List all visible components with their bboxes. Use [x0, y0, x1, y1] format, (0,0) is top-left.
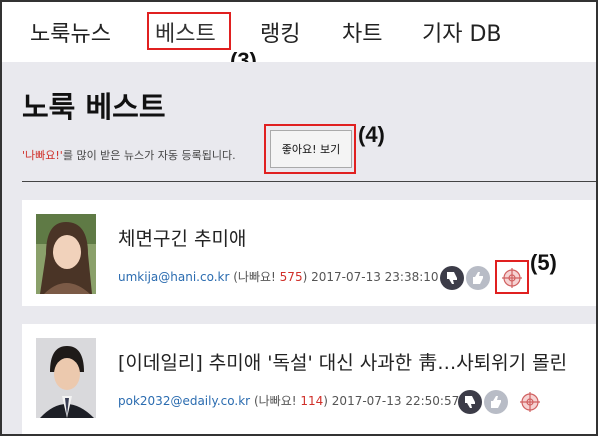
- reporter-email[interactable]: pok2032@edaily.co.kr: [118, 394, 250, 408]
- annotation-5: (5): [530, 250, 557, 275]
- article-card[interactable]: [이데일리] 추미애 '독설' 대신 사과한 靑…사퇴위기 몰린 pok2032…: [22, 324, 596, 434]
- bad-count: 114: [300, 394, 324, 408]
- highlight-box-target: [495, 260, 529, 294]
- divider: [22, 181, 596, 182]
- reporter-email[interactable]: umkija@hani.co.kr: [118, 270, 229, 284]
- article-headline[interactable]: [이데일리] 추미애 '독설' 대신 사과한 靑…사퇴위기 몰린: [118, 348, 567, 375]
- thumbs-up-icon[interactable]: [484, 390, 508, 414]
- bad-count: 575: [279, 270, 303, 284]
- bad-label-prefix: (나빠요!: [253, 394, 301, 408]
- article-headline[interactable]: 체면구긴 추미애: [118, 224, 246, 251]
- main-content: 노룩 베스트 '나빠요!'를 많이 받은 뉴스가 자동 등록됩니다. 좋아요! …: [2, 62, 596, 434]
- top-navigation: 노룩뉴스 베스트 랭킹 차트 기자 DB: [2, 2, 596, 62]
- nav-item-chart[interactable]: 차트: [342, 16, 382, 48]
- notice-rest: 를 많이 받은 뉴스가 자동 등록됩니다.: [62, 149, 236, 162]
- thumbs-down-icon[interactable]: [440, 266, 464, 290]
- bad-label-suffix: ): [302, 270, 308, 284]
- article-meta: umkija@hani.co.kr (나빠요! 575) 2017-07-13 …: [118, 268, 439, 285]
- notice-text: '나빠요!'를 많이 받은 뉴스가 자동 등록됩니다.: [22, 147, 236, 163]
- reporter-photo: [36, 214, 96, 294]
- reporter-photo: [36, 338, 96, 418]
- highlight-box-like: [264, 124, 356, 174]
- target-icon[interactable]: [518, 390, 542, 414]
- nav-item-ranking[interactable]: 랭킹: [260, 16, 300, 48]
- bad-label-prefix: (나빠요!: [233, 270, 280, 284]
- nav-item-reporter-db[interactable]: 기자 DB: [422, 16, 502, 48]
- article-datetime: 2017-07-13 23:38:10: [311, 270, 439, 284]
- article-meta: pok2032@edaily.co.kr (나빠요! 114) 2017-07-…: [118, 392, 459, 409]
- highlight-box-best: [147, 12, 231, 50]
- page-title: 노룩 베스트: [22, 90, 166, 124]
- thumbs-down-icon[interactable]: [458, 390, 482, 414]
- nav-item-norook-news[interactable]: 노룩뉴스: [30, 16, 111, 48]
- annotation-4: (4): [358, 122, 385, 147]
- article-card[interactable]: 체면구긴 추미애 umkija@hani.co.kr (나빠요! 575) 20…: [22, 200, 596, 306]
- thumbs-up-icon[interactable]: [466, 266, 490, 290]
- article-datetime: 2017-07-13 22:50:57: [331, 394, 460, 408]
- bad-label-suffix: ): [323, 394, 328, 408]
- notice-highlight: '나빠요!': [22, 149, 63, 162]
